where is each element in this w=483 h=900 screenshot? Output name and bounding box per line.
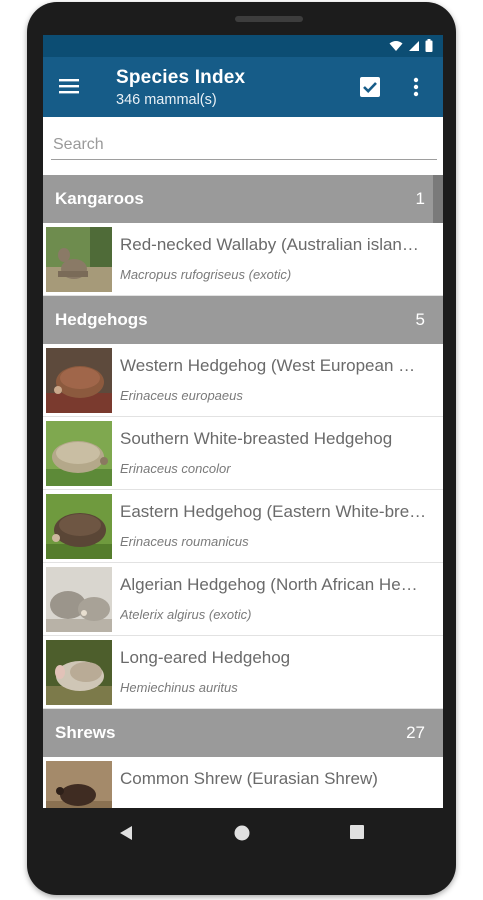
phone-speaker (235, 16, 303, 22)
item-title: Algerian Hedgehog (North African He… (120, 575, 418, 594)
app-bar: Species Index 346 mammal(s) (43, 57, 443, 117)
section-name: Kangaroos (55, 189, 144, 208)
battery-icon (425, 39, 433, 52)
list-item[interactable]: Western Hedgehog (West European … Erinac… (43, 344, 443, 417)
wallaby-photo (46, 227, 112, 292)
section-count: 1 (415, 189, 425, 208)
hedgehog-photo (46, 640, 112, 705)
item-title: Southern White-breasted Hedgehog (120, 429, 393, 448)
page-title: Species Index (116, 67, 246, 88)
recents-square-icon[interactable] (349, 825, 365, 846)
status-bar (43, 35, 443, 57)
app-screen: Species Index 346 mammal(s) Kangaroos 1 (43, 35, 443, 808)
list-item[interactable]: Eastern Hedgehog (Eastern White-bre… Eri… (43, 490, 443, 563)
list-item[interactable]: Long-eared Hedgehog Hemiechinus auritus (43, 636, 443, 709)
item-title: Red-necked Wallaby (Australian islan… (120, 235, 419, 254)
hedgehog-photo (46, 494, 112, 559)
hamburger-menu-icon[interactable] (57, 74, 81, 98)
list-item[interactable]: Red-necked Wallaby (Australian islan… Ma… (43, 223, 443, 296)
cell-signal-icon (409, 40, 419, 51)
section-header-kangaroos[interactable]: Kangaroos 1 (43, 175, 443, 223)
section-count: 5 (415, 310, 425, 329)
list-item[interactable]: Algerian Hedgehog (North African He… Ate… (43, 563, 443, 636)
item-title: Eastern Hedgehog (Eastern White-bre… (120, 502, 427, 521)
status-icons (389, 39, 433, 52)
checkbox-icon[interactable] (359, 76, 381, 98)
item-scientific-name: Erinaceus concolor (120, 461, 231, 476)
hedgehog-photo (46, 421, 112, 486)
scrollbar-thumb[interactable] (433, 175, 443, 223)
system-navigation-bar (43, 808, 443, 860)
item-title: Long-eared Hedgehog (120, 648, 291, 667)
section-count: 27 (406, 723, 425, 742)
section-header-shrews[interactable]: Shrews 27 (43, 709, 443, 757)
item-title: Western Hedgehog (West European … (120, 356, 416, 375)
home-circle-icon[interactable] (233, 825, 251, 848)
search-input[interactable] (51, 131, 437, 160)
hedgehog-photo (46, 567, 112, 632)
wifi-icon (389, 40, 403, 51)
item-scientific-name: Macropus rufogriseus (exotic) (120, 267, 292, 282)
hedgehog-photo (46, 348, 112, 413)
list-item[interactable]: Southern White-breasted Hedgehog Erinace… (43, 417, 443, 490)
section-name: Shrews (55, 723, 116, 742)
title-block: Species Index 346 mammal(s) (116, 67, 245, 108)
search-bar (43, 117, 443, 175)
section-header-hedgehogs[interactable]: Hedgehogs 5 (43, 296, 443, 344)
item-scientific-name: Erinaceus roumanicus (120, 534, 249, 549)
list-item[interactable]: Common Shrew (Eurasian Shrew) (43, 757, 443, 808)
item-scientific-name: Atelerix algirus (exotic) (120, 607, 252, 622)
item-title: Common Shrew (Eurasian Shrew) (120, 769, 378, 788)
item-scientific-name: Erinaceus europaeus (120, 388, 243, 403)
page-subtitle: 346 mammal(s) (116, 92, 217, 108)
item-scientific-name: Hemiechinus auritus (120, 680, 238, 695)
section-name: Hedgehogs (55, 310, 148, 329)
back-triangle-icon[interactable] (119, 825, 133, 846)
shrew-photo (46, 761, 112, 808)
more-vert-icon[interactable] (409, 75, 423, 99)
